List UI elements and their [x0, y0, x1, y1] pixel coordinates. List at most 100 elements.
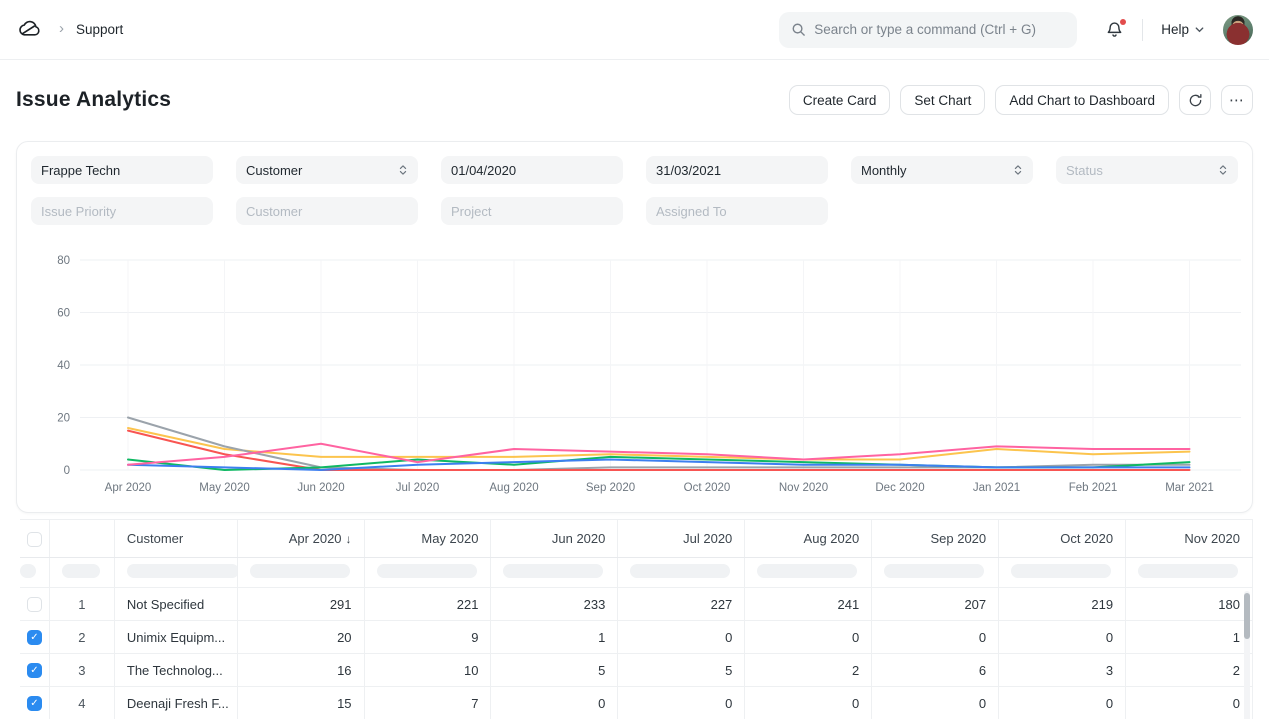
column-filter-input[interactable]	[1138, 564, 1238, 578]
to-date-text: 31/03/2021	[656, 163, 721, 178]
based-on-select[interactable]: Customer	[236, 156, 418, 184]
company-filter[interactable]: Frappe Techn	[31, 156, 213, 184]
chart-line-yellow	[128, 428, 1190, 460]
value-cell	[1252, 621, 1253, 654]
refresh-button[interactable]	[1179, 85, 1211, 115]
svg-text:Aug 2020: Aug 2020	[489, 482, 538, 494]
customer-cell[interactable]: Unimix Equipm...	[114, 621, 237, 654]
set-chart-button[interactable]: Set Chart	[900, 85, 985, 115]
from-date[interactable]: 01/04/2020	[441, 156, 623, 184]
svg-text:60: 60	[57, 308, 70, 320]
value-cell: 180	[1126, 588, 1253, 621]
value-cell: 15	[237, 687, 364, 719]
to-date[interactable]: 31/03/2021	[646, 156, 828, 184]
column-filter-input[interactable]	[127, 564, 237, 578]
svg-text:Jan 2021: Jan 2021	[973, 482, 1020, 494]
page-header: Issue Analytics Create Card Set Chart Ad…	[0, 60, 1269, 141]
menu-button[interactable]: ⋯	[1221, 85, 1253, 115]
select-all-checkbox[interactable]	[27, 532, 42, 547]
customer-filter-text: Customer	[246, 204, 302, 219]
range-select[interactable]: Monthly	[851, 156, 1033, 184]
notifications-bell-icon[interactable]	[1105, 20, 1124, 39]
issue-priority-filter-text: Issue Priority	[41, 204, 116, 219]
value-cell: 219	[999, 588, 1126, 621]
month-column-header[interactable]: May 2020	[364, 520, 491, 558]
column-filter-input[interactable]	[377, 564, 477, 578]
svg-text:Jul 2020: Jul 2020	[396, 482, 439, 494]
month-column-header[interactable]: Aug 2020	[745, 520, 872, 558]
row-checkbox[interactable]	[27, 597, 42, 612]
filter-grid: Frappe Techn Customer 01/04/2020 31/03/2021…	[31, 156, 1238, 225]
customer-cell[interactable]: The Technolog...	[114, 654, 237, 687]
column-filter-input[interactable]	[20, 564, 36, 578]
notification-dot	[1120, 19, 1126, 25]
project-filter[interactable]: Project	[441, 197, 623, 225]
value-cell: 0	[999, 687, 1126, 719]
month-column-header[interactable]: Dec 2020	[1252, 520, 1253, 558]
row-checkbox[interactable]: ✓	[27, 696, 42, 711]
column-filter-input[interactable]	[250, 564, 350, 578]
row-checkbox[interactable]: ✓	[27, 630, 42, 645]
status-select[interactable]: Status	[1056, 156, 1238, 184]
table-row: ✓3The Technolog...1610552632	[20, 654, 1253, 687]
svg-text:Dec 2020: Dec 2020	[875, 482, 924, 494]
frappe-cloud-logo-icon[interactable]	[16, 16, 43, 43]
table-row: 1Not Specified291221233227241207219180	[20, 588, 1253, 621]
customer-cell[interactable]: Not Specified	[114, 588, 237, 621]
svg-text:Jun 2020: Jun 2020	[297, 482, 344, 494]
row-index: 2	[49, 621, 114, 654]
add-chart-to-dashboard-button[interactable]: Add Chart to Dashboard	[995, 85, 1169, 115]
from-date-text: 01/04/2020	[451, 163, 516, 178]
value-cell: 5	[491, 654, 618, 687]
month-column-header[interactable]: Apr 2020↓	[237, 520, 364, 558]
vertical-scrollbar[interactable]	[1244, 591, 1250, 719]
month-column-header[interactable]: Oct 2020	[999, 520, 1126, 558]
column-filter-input[interactable]	[503, 564, 603, 578]
month-column-header[interactable]: Nov 2020	[1126, 520, 1253, 558]
column-filter-input[interactable]	[62, 564, 100, 578]
customer-filter[interactable]: Customer	[236, 197, 418, 225]
value-cell: 207	[872, 588, 999, 621]
svg-text:Sep 2020: Sep 2020	[586, 482, 635, 494]
analytics-card: Frappe Techn Customer 01/04/2020 31/03/2021…	[16, 141, 1253, 513]
sort-desc-icon: ↓	[346, 532, 352, 546]
value-cell: 1	[1126, 621, 1253, 654]
column-filter-input[interactable]	[884, 564, 984, 578]
customer-column-header[interactable]: Customer	[114, 520, 237, 558]
svg-text:May 2020: May 2020	[199, 482, 250, 494]
value-cell: 233	[491, 588, 618, 621]
column-filter-input[interactable]	[757, 564, 857, 578]
value-cell: 6	[872, 654, 999, 687]
breadcrumb[interactable]: Support	[76, 22, 123, 37]
range-select-text: Monthly	[861, 163, 907, 178]
line-chart-svg: 020406080Apr 2020May 2020Jun 2020Jul 202…	[31, 247, 1254, 499]
value-cell: 2	[745, 654, 872, 687]
svg-text:40: 40	[57, 360, 70, 372]
value-cell: 0	[1126, 687, 1253, 719]
scrollbar-thumb[interactable]	[1244, 593, 1250, 639]
svg-text:Mar 2021: Mar 2021	[1165, 482, 1214, 494]
help-menu[interactable]: Help	[1161, 22, 1205, 37]
column-filter-input[interactable]	[1011, 564, 1111, 578]
user-avatar[interactable]	[1223, 15, 1253, 45]
column-filter-input[interactable]	[630, 564, 730, 578]
issue-priority-filter[interactable]: Issue Priority	[31, 197, 213, 225]
create-card-button[interactable]: Create Card	[789, 85, 891, 115]
customer-cell[interactable]: Deenaji Fresh F...	[114, 687, 237, 719]
page-title: Issue Analytics	[16, 88, 171, 112]
svg-text:Nov 2020: Nov 2020	[779, 482, 828, 494]
value-cell: 0	[618, 621, 745, 654]
assigned-to-filter[interactable]: Assigned To	[646, 197, 828, 225]
value-cell: 7	[364, 687, 491, 719]
chart-line-gray	[128, 418, 1190, 471]
month-column-header[interactable]: Sep 2020	[872, 520, 999, 558]
company-filter-text: Frappe Techn	[41, 163, 120, 178]
month-column-header[interactable]: Jul 2020	[618, 520, 745, 558]
month-column-header[interactable]: Jun 2020	[491, 520, 618, 558]
search-input[interactable]: Search or type a command (Ctrl + G)	[779, 12, 1077, 48]
search-icon	[791, 22, 806, 37]
svg-text:Apr 2020: Apr 2020	[105, 482, 152, 494]
row-checkbox[interactable]: ✓	[27, 663, 42, 678]
value-cell: 9	[364, 621, 491, 654]
value-cell	[1252, 588, 1253, 621]
